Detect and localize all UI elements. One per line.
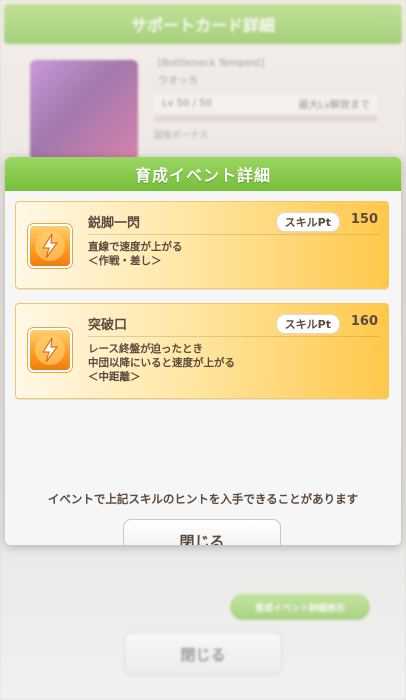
modal-body: 鋭脚一閃 スキルPt 150 直線で速度が上がる ＜作戦・差し＞ 突破口 スキル… (5, 191, 401, 545)
skill-card: 突破口 スキルPt 160 レース終盤が迫ったとき 中団以降にいると速度が上がる… (15, 303, 389, 399)
skill-description-line: ＜中距離＞ (88, 371, 141, 383)
skill-pt-value: 150 (350, 212, 378, 227)
skill-description-line: 中団以降にいると速度が上がる (88, 357, 235, 369)
training-event-modal: 育成イベント詳細 鋭脚一閃 スキルPt 150 直線で速度が上がる ＜作戦・差し… (5, 157, 401, 545)
skill-name: 突破口 (88, 318, 128, 333)
skill-pt-label: スキルPt (275, 314, 340, 334)
skill-name: 鋭脚一閃 (88, 216, 141, 231)
skill-divider (88, 234, 380, 235)
skill-divider (88, 336, 380, 337)
skill-description-line: レース終盤が迫ったとき (88, 343, 203, 355)
skill-description-line: ＜作戦・差し＞ (88, 255, 162, 267)
skill-card: 鋭脚一閃 スキルPt 150 直線で速度が上がる ＜作戦・差し＞ (15, 201, 389, 289)
skill-description-line: 直線で速度が上がる (88, 241, 183, 253)
skill-pt-label: スキルPt (275, 212, 340, 232)
hint-text: イベントで上記スキルのヒントを入手できることがあります (47, 492, 359, 506)
speed-up-icon (28, 328, 72, 372)
skill-description: レース終盤が迫ったとき 中団以降にいると速度が上がる ＜中距離＞ (88, 342, 235, 384)
skill-pt-value: 160 (350, 314, 378, 329)
modal-title: 育成イベント詳細 (5, 157, 401, 191)
speed-up-icon (28, 224, 72, 268)
skill-description: 直線で速度が上がる ＜作戦・差し＞ (88, 240, 183, 268)
close-button[interactable]: 閉じる (123, 519, 281, 545)
